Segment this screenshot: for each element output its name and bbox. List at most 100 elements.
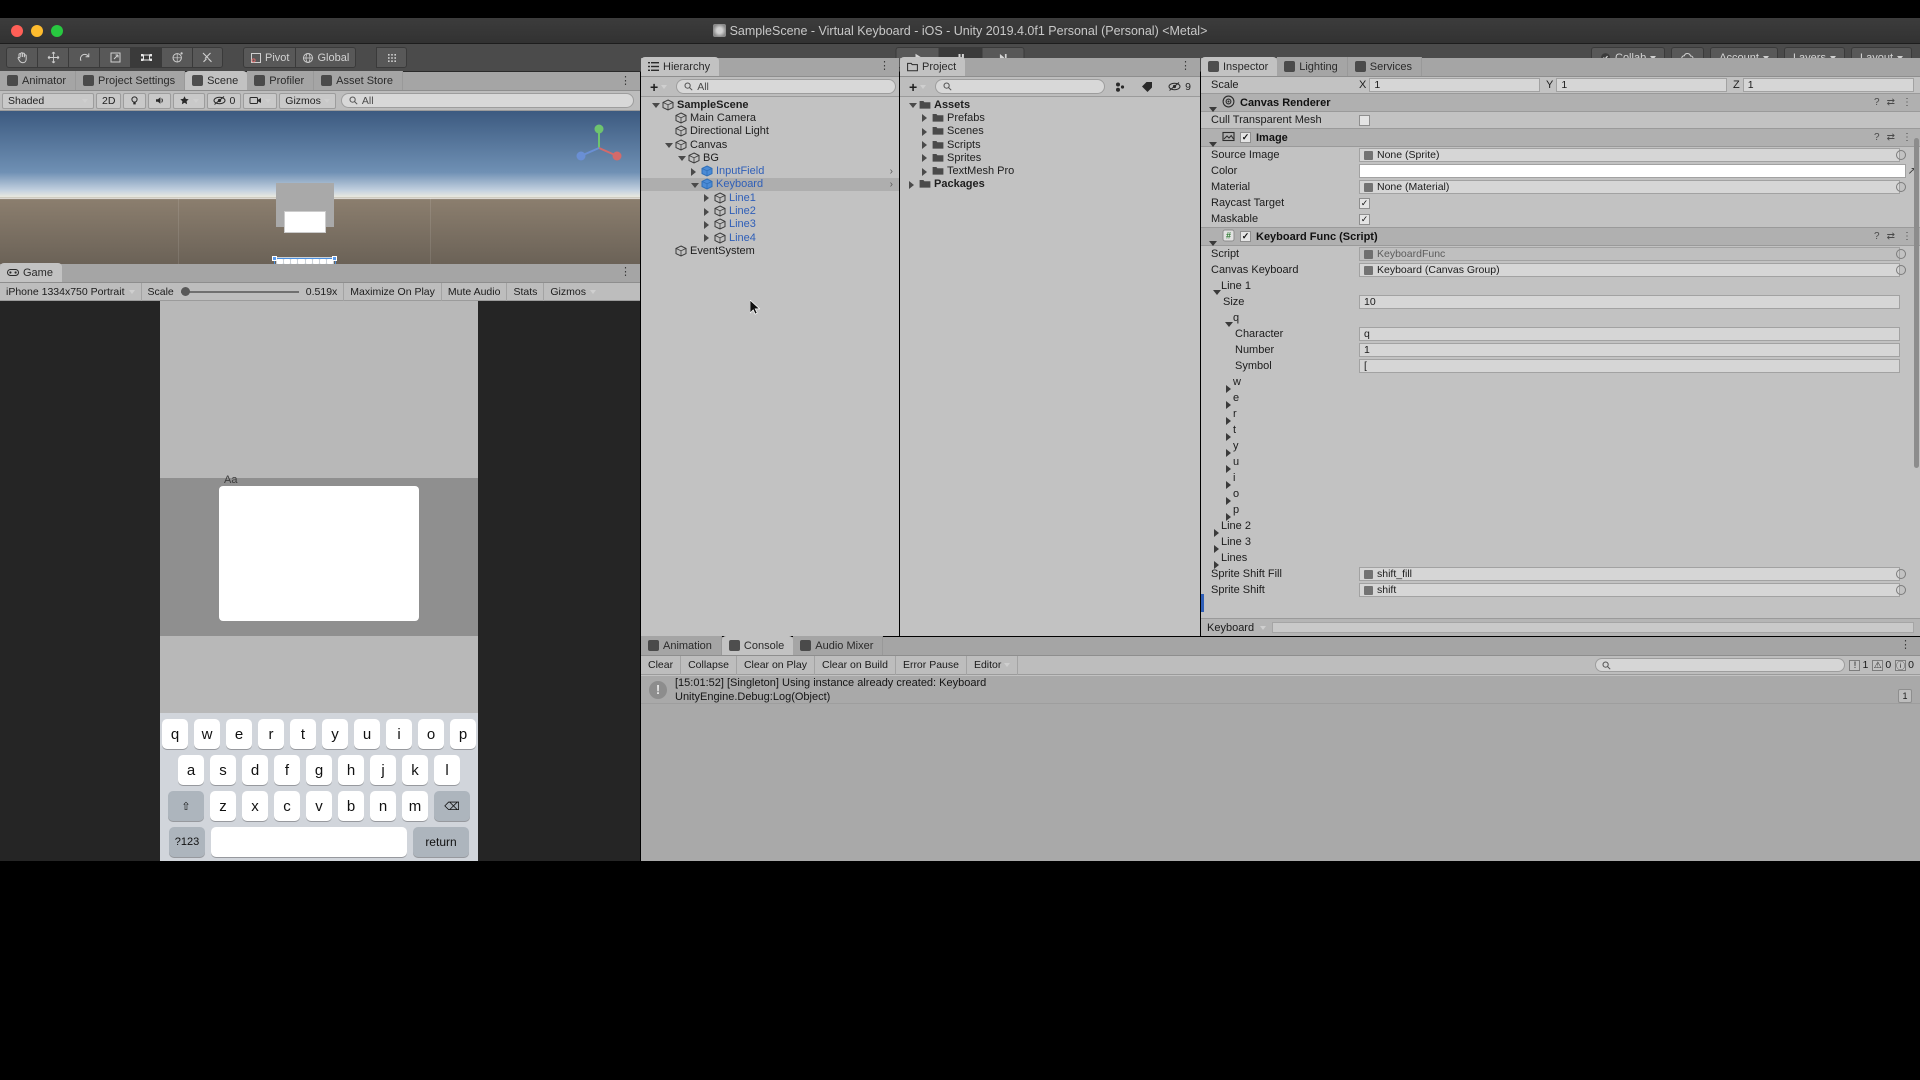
grid-snap-icon[interactable]: [376, 47, 408, 68]
component-menu-icon[interactable]: ⋮: [1902, 97, 1912, 108]
scale-slider-knob[interactable]: [180, 287, 190, 296]
maximize-on-play-toggle[interactable]: Maximize On Play: [344, 282, 442, 301]
object-field[interactable]: None (Sprite): [1359, 148, 1900, 162]
property-row-size[interactable]: Size 10: [1201, 294, 1920, 310]
scale-row[interactable]: Scale X 1 Y 1 Z 1: [1201, 77, 1920, 93]
hierarchy-item-line1[interactable]: Line1: [641, 191, 899, 204]
console-search-input[interactable]: [1595, 658, 1846, 672]
chevron-right-icon[interactable]: [690, 167, 699, 176]
hierarchy-tabbar[interactable]: Hierarchy ⋮: [641, 57, 899, 77]
console-tabbar[interactable]: Animation Console Audio Mixer ⋮: [641, 636, 1920, 656]
custom-tool-button[interactable]: [192, 47, 223, 68]
property-row-i[interactable]: i: [1201, 470, 1920, 489]
hierarchy-item-line2[interactable]: Line2: [641, 204, 899, 217]
chevron-right-icon[interactable]: [703, 233, 712, 243]
project-panel-menu[interactable]: ⋮: [1172, 57, 1200, 76]
object-picker-icon[interactable]: [1896, 265, 1906, 275]
object-field[interactable]: None (Material): [1359, 180, 1900, 194]
component-header-image[interactable]: ✓ Image? ⇄ ⋮: [1201, 128, 1920, 147]
hierarchy-item-bg[interactable]: BG: [641, 151, 899, 164]
property-row-lines[interactable]: Lines: [1201, 550, 1920, 569]
property-row-material[interactable]: Material None (Material): [1201, 179, 1920, 195]
preset-icon[interactable]: ⇄: [1887, 132, 1895, 143]
object-picker-icon[interactable]: [1896, 249, 1906, 259]
component-header-canvas-renderer[interactable]: Canvas Renderer? ⇄ ⋮: [1201, 93, 1920, 112]
chevron-down-icon[interactable]: [677, 153, 686, 162]
tab-services[interactable]: Services: [1347, 57, 1422, 76]
game-viewport[interactable]: Aa q w e r t y u i o p a s d f g h j k l ⇧ z x c v b n m ⌫ ?123 retur…: [0, 301, 640, 861]
property-row-line-2[interactable]: Line 2: [1201, 518, 1920, 537]
console-clear-on-play-button[interactable]: Clear on Play: [737, 655, 815, 675]
hierarchy-tree[interactable]: SampleScene Main Camera Directional Light C…: [641, 98, 899, 636]
key-y[interactable]: y: [322, 719, 348, 749]
hierarchy-item-canvas[interactable]: Canvas: [641, 138, 899, 151]
rect-tool-button[interactable]: [130, 47, 161, 68]
project-add-button[interactable]: +: [903, 79, 932, 95]
chevron-right-icon[interactable]: [921, 140, 930, 150]
property-row-color[interactable]: Color ↗: [1201, 163, 1920, 179]
key-o[interactable]: o: [418, 719, 444, 749]
tab-lighting[interactable]: Lighting: [1277, 57, 1348, 76]
object-picker-icon[interactable]: [1896, 150, 1906, 160]
chevron-right-icon[interactable]: [908, 180, 917, 189]
backspace-key[interactable]: ⌫: [434, 791, 470, 821]
scene-search-input[interactable]: All: [340, 93, 634, 108]
key-e[interactable]: e: [226, 719, 252, 749]
key-w[interactable]: w: [194, 719, 220, 749]
chevron-right-icon[interactable]: [921, 113, 930, 123]
tab-inspector[interactable]: Inspector: [1201, 57, 1278, 76]
property-row-script[interactable]: Script KeyboardFunc: [1201, 246, 1920, 262]
property-row-line-1[interactable]: Line 1: [1201, 278, 1920, 295]
shift-key[interactable]: ⇧: [168, 791, 204, 821]
input-field-box[interactable]: [219, 486, 419, 621]
console-log-list[interactable]: ! [15:01:52] [Singleton] Using instance a…: [641, 676, 1920, 861]
key-s[interactable]: s: [210, 755, 236, 785]
property-row-r[interactable]: r: [1201, 406, 1920, 425]
chevron-down-icon[interactable]: [265, 98, 272, 103]
object-field[interactable]: KeyboardFunc: [1359, 247, 1900, 261]
key-c[interactable]: c: [274, 791, 300, 821]
project-item-scripts[interactable]: Scripts: [900, 138, 1200, 151]
axis-value[interactable]: 1: [1556, 78, 1727, 92]
property-checkbox[interactable]: [1359, 114, 1370, 126]
chevron-down-icon[interactable]: [193, 98, 200, 103]
chevron-right-icon[interactable]: [921, 167, 930, 176]
console-right-group[interactable]: ! 1 ⚠ 0 ⓘ 0: [1595, 658, 1920, 672]
game-gizmos-dropdown[interactable]: Gizmos: [544, 283, 602, 301]
tab-project[interactable]: Project: [900, 57, 966, 76]
tab-animation[interactable]: Animation: [641, 636, 722, 655]
pivot-toggle[interactable]: Pivot: [243, 47, 296, 68]
tab-game[interactable]: Game: [0, 263, 62, 282]
key-k[interactable]: k: [402, 755, 428, 785]
tab-hierarchy[interactable]: Hierarchy: [641, 57, 720, 76]
key-b[interactable]: b: [338, 791, 364, 821]
project-item-scenes[interactable]: Scenes: [900, 125, 1200, 138]
console-panel-menu[interactable]: ⋮: [1892, 636, 1920, 655]
property-row-y[interactable]: y: [1201, 438, 1920, 457]
console-log-entry[interactable]: ! [15:01:52] [Singleton] Using instance a…: [641, 676, 1920, 704]
hierarchy-add-button[interactable]: +: [644, 79, 673, 95]
project-item-assets[interactable]: Assets: [900, 98, 1200, 111]
property-checkbox[interactable]: ✓: [1359, 197, 1370, 209]
chevron-right-icon[interactable]: [921, 127, 930, 136]
hierarchy-item-line4[interactable]: Line4: [641, 231, 899, 244]
chevron-down-icon[interactable]: [323, 98, 330, 103]
chevron-down-icon[interactable]: [651, 100, 660, 109]
text-field[interactable]: 10: [1359, 295, 1900, 309]
property-row-t[interactable]: t: [1201, 422, 1920, 441]
enter-prefab-icon[interactable]: ›: [890, 179, 893, 190]
property-row-sprite-shift-fill[interactable]: Sprite Shift Fill shift_fill: [1201, 566, 1920, 582]
hand-tool-button[interactable]: [6, 47, 37, 68]
property-row-cull-transparent-mesh[interactable]: Cull Transparent Mesh: [1201, 112, 1920, 128]
inspector-scrollbar[interactable]: [1914, 78, 1919, 616]
game-panel-menu[interactable]: ⋮: [612, 263, 640, 282]
scene-view-gizmo[interactable]: [570, 119, 628, 177]
transform-tool-button[interactable]: [161, 47, 192, 68]
scene-object-preview[interactable]: [276, 183, 334, 264]
object-picker-icon[interactable]: [1896, 182, 1906, 192]
scale-slider-track[interactable]: [180, 287, 299, 296]
chevron-down-icon[interactable]: [82, 98, 88, 103]
text-field[interactable]: [: [1359, 359, 1900, 373]
inspector-scroll-thumb[interactable]: [1914, 138, 1919, 468]
object-field[interactable]: shift_fill: [1359, 567, 1900, 581]
